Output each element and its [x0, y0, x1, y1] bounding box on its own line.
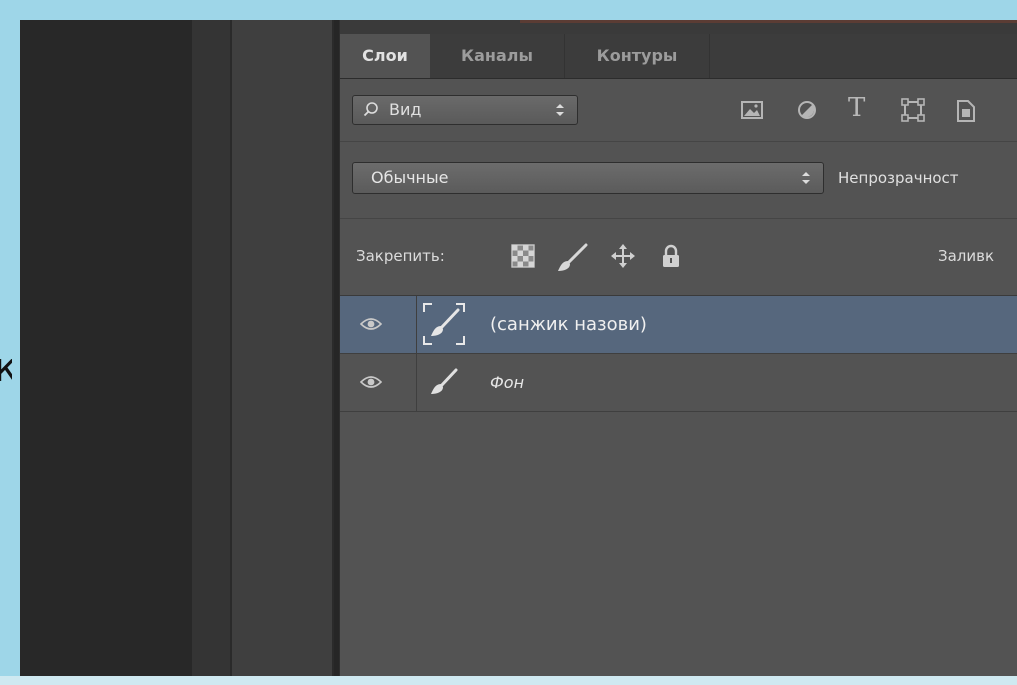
cropped-slide-text: к	[0, 340, 12, 396]
layer-name[interactable]: (санжик назови)	[490, 296, 647, 353]
lock-fill-row: Закрепить: Заливк	[340, 219, 1017, 296]
layer-name[interactable]: Фон	[490, 354, 524, 411]
lock-label: Закрепить:	[356, 247, 445, 265]
panel-tab-bar: Слои Каналы Контуры	[340, 34, 1017, 79]
blend-mode-select[interactable]: Обычные	[352, 162, 824, 194]
collapsed-panel-dock	[232, 20, 334, 676]
tab-channels[interactable]: Каналы	[430, 34, 565, 78]
lock-transparent-pixels-icon[interactable]	[510, 243, 536, 269]
fill-label: Заливк	[938, 247, 995, 265]
eye-icon[interactable]	[359, 374, 383, 394]
type-layer-filter-icon[interactable]: T	[848, 93, 865, 123]
brush-layer-thumbnail-icon	[422, 302, 466, 346]
panel-top-strip	[340, 20, 1017, 34]
layers-panel: Слои Каналы Контуры Вид T Обычные Непроз…	[339, 20, 1017, 676]
layer-filter-value: Вид	[389, 100, 422, 119]
photoshop-workspace: Слои Каналы Контуры Вид T Обычные Непроз…	[20, 20, 1017, 676]
opacity-label: Непрозрачност	[838, 169, 959, 187]
tab-paths[interactable]: Контуры	[565, 34, 710, 78]
pixel-layer-filter-icon[interactable]	[740, 97, 764, 123]
slide-frame-bottom	[0, 676, 1017, 685]
visibility-toggle[interactable]	[340, 296, 417, 353]
lock-image-pixels-icon[interactable]	[556, 243, 590, 271]
layer-list: (санжик назови) Фон	[340, 296, 1017, 416]
adjustment-layer-filter-icon[interactable]	[795, 97, 819, 123]
brush-layer-thumbnail-icon	[422, 360, 466, 404]
lock-position-icon[interactable]	[610, 243, 636, 269]
layer-list-empty-area	[340, 415, 1017, 676]
lock-all-icon[interactable]	[660, 243, 682, 269]
updown-arrows-icon	[801, 163, 811, 204]
canvas-area	[20, 20, 192, 676]
blend-mode-value: Обычные	[371, 168, 449, 187]
layer-filter-select[interactable]: Вид	[352, 95, 578, 125]
updown-arrows-icon	[555, 96, 565, 134]
search-icon	[363, 96, 379, 133]
shape-layer-filter-icon[interactable]	[900, 97, 926, 123]
color-strip	[520, 20, 1017, 23]
layer-filter-row: Вид T	[340, 79, 1017, 142]
visibility-toggle[interactable]	[340, 354, 417, 411]
smart-object-filter-icon[interactable]	[954, 97, 976, 123]
eye-icon[interactable]	[359, 316, 383, 336]
tab-layers[interactable]: Слои	[340, 34, 430, 78]
blend-opacity-row: Обычные Непрозрачност	[340, 142, 1017, 219]
layer-row[interactable]: Фон	[340, 354, 1017, 412]
slide-frame-top	[0, 0, 1017, 20]
panel-dock-gutter	[192, 20, 232, 676]
layer-row[interactable]: (санжик назови)	[340, 296, 1017, 354]
